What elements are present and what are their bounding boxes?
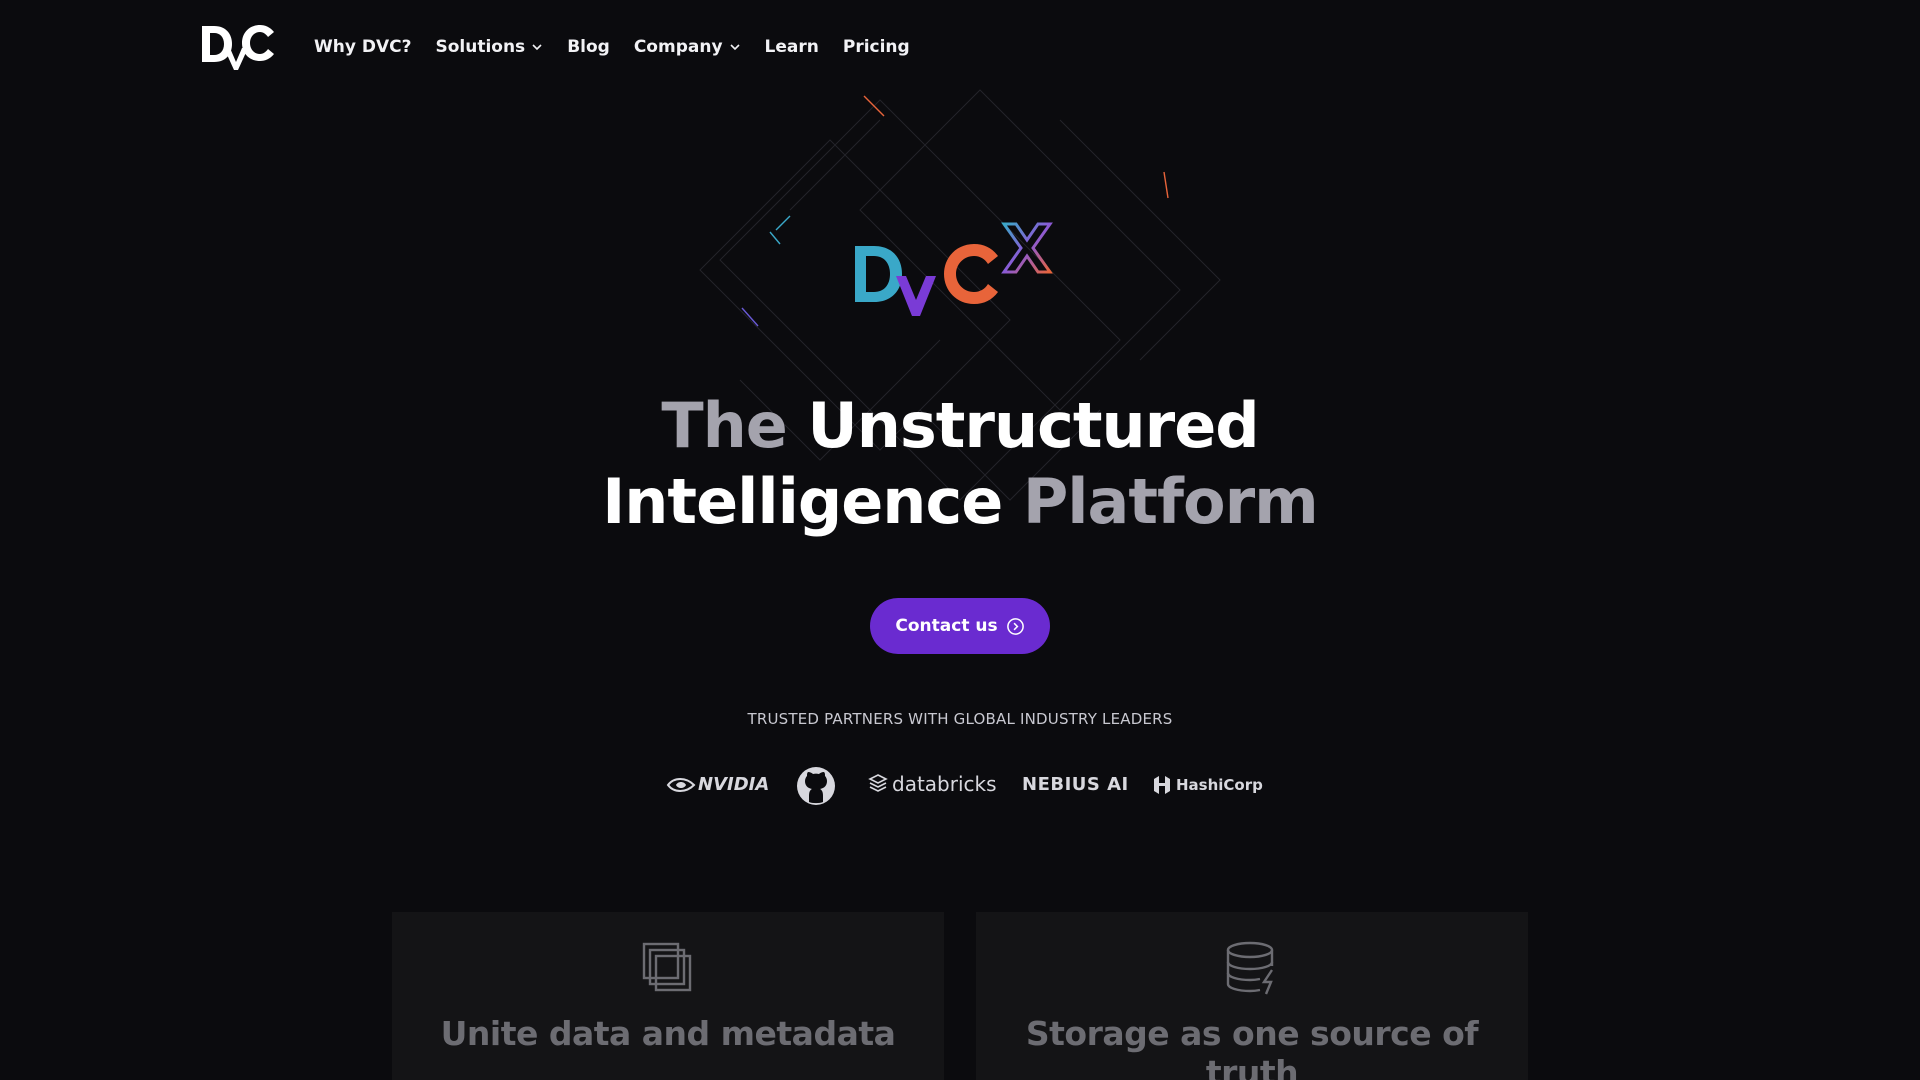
- nav-links: Why DVC? Solutions Blog Company Learn Pr…: [314, 37, 934, 57]
- headline-word: Intelligence: [602, 465, 1003, 538]
- nav-item-label: Why DVC?: [314, 37, 412, 57]
- headline-word: Platform: [1022, 465, 1319, 538]
- partner-name: databricks: [892, 772, 997, 796]
- contact-us-label: Contact us: [895, 616, 998, 636]
- chevron-down-icon: [532, 44, 542, 51]
- hashicorp-icon: [1154, 776, 1170, 794]
- feature-title: Unite data and metadata: [440, 1014, 896, 1053]
- partner-logos: NVIDIA databricks NEBIUS AI HashiCorp: [660, 762, 1263, 808]
- feature-card-unite: Unite data and metadata: [392, 912, 944, 1080]
- partner-name: NVIDIA: [698, 774, 770, 795]
- stacked-layers-icon: [642, 942, 692, 992]
- github-icon: [797, 767, 835, 805]
- partner-nebius: NEBIUS AI: [1022, 774, 1129, 795]
- dvc-logo[interactable]: [200, 22, 276, 72]
- partners-heading: TRUSTED PARTNERS WITH GLOBAL INDUSTRY LE…: [747, 710, 1173, 728]
- databricks-stack-icon: [868, 774, 888, 792]
- partner-hashicorp: HashiCorp: [1152, 774, 1263, 796]
- dvcx-product-logo: [855, 222, 1053, 316]
- nav-item-why-dvc[interactable]: Why DVC?: [314, 37, 411, 57]
- nav-item-label: Company: [633, 37, 723, 57]
- nav-item-label: Blog: [567, 37, 610, 57]
- partner-databricks: databricks: [868, 772, 997, 796]
- nav-item-pricing[interactable]: Pricing: [843, 37, 910, 57]
- feature-title: Storage as one source of truth: [1025, 1014, 1479, 1080]
- nav-item-label: Pricing: [842, 37, 910, 57]
- nav-item-learn[interactable]: Learn: [765, 37, 819, 57]
- top-navigation: Why DVC? Solutions Blog Company Learn Pr…: [200, 20, 934, 74]
- arrow-circle-right-icon: [1006, 617, 1024, 635]
- partner-name: HashiCorp: [1176, 776, 1263, 794]
- database-bolt-icon: [1226, 941, 1274, 995]
- partner-name: NEBIUS AI: [1022, 774, 1129, 795]
- headline-word: Unstructured: [807, 389, 1259, 462]
- feature-card-storage: Storage as one source of truth: [976, 912, 1528, 1080]
- page: Why DVC? Solutions Blog Company Learn Pr…: [0, 0, 1920, 1080]
- partner-github: [796, 766, 836, 806]
- contact-us-button[interactable]: Contact us: [870, 598, 1050, 654]
- nav-item-label: Solutions: [435, 37, 526, 57]
- nvidia-eye-icon: [666, 777, 696, 792]
- nav-item-blog[interactable]: Blog: [567, 37, 610, 57]
- chevron-down-icon: [729, 44, 740, 51]
- hero-headline: The Unstructured Intelligence Platform: [460, 388, 1460, 540]
- partner-nvidia: NVIDIA: [666, 774, 769, 795]
- nav-item-solutions[interactable]: Solutions: [435, 37, 543, 57]
- nav-item-company[interactable]: Company: [634, 37, 741, 57]
- headline-word: The: [661, 389, 787, 462]
- nav-item-label: Learn: [764, 37, 819, 57]
